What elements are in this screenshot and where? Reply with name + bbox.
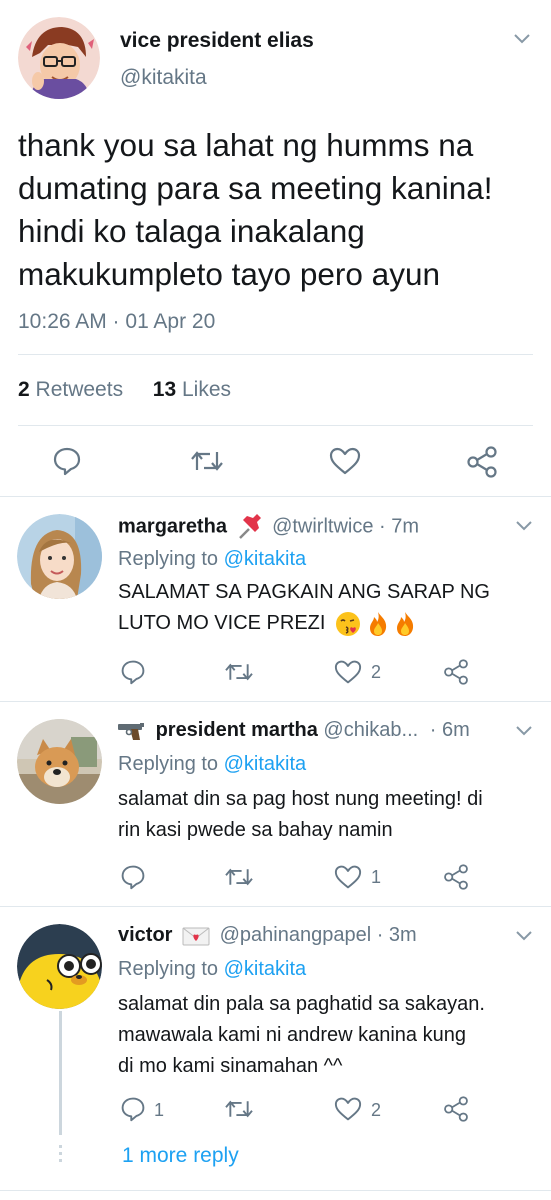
reply-text: salamat din sa pag host nung meeting! di…	[118, 784, 538, 846]
reply-tweet[interactable]: victor @pahinangpapel · 3m Replying to @…	[0, 907, 551, 1200]
reply-text-line: salamat din sa pag host nung meeting! di	[118, 788, 483, 810]
reply-time: · 6m	[429, 719, 470, 741]
share-icon[interactable]	[466, 446, 498, 478]
thread-line	[59, 1011, 62, 1135]
pushpin-icon	[238, 514, 261, 539]
tweet-text-line: makukumpleto tayo pero ayun	[18, 256, 440, 292]
reply-text-line: SALAMAT SA PAGKAIN ANG SARAP NG	[118, 581, 490, 603]
author-handle[interactable]: @kitakita	[120, 66, 207, 90]
retweet-icon[interactable]	[224, 1096, 254, 1122]
reply-display-name[interactable]: president martha	[156, 719, 318, 741]
chevron-down-icon[interactable]	[516, 521, 532, 531]
love-letter-icon	[182, 927, 210, 946]
reply-text-line: salamat din pala sa paghatid sa sakayan.	[118, 993, 485, 1015]
reply-tweet[interactable]: president martha @chikab... · 6m Replyin…	[0, 702, 551, 906]
tweet-text: thank you sa lahat ng humms na dumating …	[18, 124, 538, 296]
replying-to: Replying to @kitakita	[118, 548, 306, 571]
retweets-label[interactable]: Retweets	[36, 378, 124, 401]
reply-text: SALAMAT SA PAGKAIN ANG SARAP NG LUTO MO …	[118, 577, 538, 639]
replying-to-link[interactable]: @kitakita	[224, 958, 307, 980]
more-replies-link[interactable]: 1 more reply	[122, 1144, 239, 1168]
reply-display-name[interactable]: victor	[118, 924, 172, 946]
divider	[0, 1190, 551, 1191]
replying-prefix: Replying to	[118, 958, 219, 980]
retweet-icon[interactable]	[190, 446, 224, 476]
retweets-count[interactable]: 2	[18, 378, 30, 401]
share-icon[interactable]	[443, 864, 469, 890]
retweet-icon[interactable]	[224, 864, 254, 890]
reply-text-line: LUTO MO VICE PREZI	[118, 608, 538, 639]
share-icon[interactable]	[443, 659, 469, 685]
tweet-timestamp[interactable]: 10:26 AM · 01 Apr 20	[18, 310, 215, 334]
replying-to: Replying to @kitakita	[118, 958, 306, 981]
like-count: 2	[371, 1100, 382, 1120]
like-icon[interactable]	[329, 446, 361, 476]
retweet-icon[interactable]	[224, 659, 254, 685]
reply-header: president martha @chikab... · 6m	[116, 719, 470, 742]
reply-time: · 7m	[379, 515, 420, 538]
author-avatar[interactable]	[18, 17, 100, 99]
fire-icon	[369, 611, 386, 636]
reply-time: · 3m	[376, 924, 417, 946]
divider	[18, 354, 533, 355]
replying-prefix: Replying to	[118, 548, 219, 570]
reply-avatar[interactable]	[17, 719, 102, 804]
likes-count[interactable]: 13	[153, 378, 176, 401]
like-count: 2	[371, 662, 382, 682]
replying-to-link[interactable]: @kitakita	[224, 753, 307, 775]
like-icon[interactable]	[334, 659, 362, 685]
reply-text-line: rin kasi pwede sa bahay namin	[118, 819, 393, 841]
like-icon[interactable]	[334, 864, 362, 890]
chevron-down-icon[interactable]	[514, 34, 530, 44]
reply-icon[interactable]	[120, 864, 146, 890]
replying-to: Replying to @kitakita	[118, 753, 306, 776]
replying-prefix: Replying to	[118, 753, 219, 775]
tweet-stats: 2 Retweets 13 Likes	[18, 378, 231, 402]
reply-count: 1	[154, 1100, 165, 1120]
tweet-text-line: thank you sa lahat ng humms na	[18, 127, 474, 163]
reply-text-line: mawawala kami ni andrew kanina kung	[118, 1024, 466, 1046]
thread-dots	[59, 1145, 62, 1165]
pistol-icon	[118, 722, 144, 740]
reply-icon[interactable]	[120, 1096, 146, 1122]
like-count: 1	[371, 867, 382, 887]
tweet-text-line: dumating para sa meeting kanina!	[18, 170, 493, 206]
reply-text: salamat din pala sa paghatid sa sakayan.…	[118, 989, 538, 1082]
reply-display-name[interactable]: margaretha	[118, 515, 227, 537]
reply-handle[interactable]: @chikab...	[323, 719, 418, 741]
likes-label[interactable]: Likes	[182, 378, 231, 401]
replying-to-link[interactable]: @kitakita	[224, 548, 307, 570]
share-icon[interactable]	[443, 1096, 469, 1122]
reply-header: margaretha @twirltwice · 7m	[118, 514, 419, 540]
reply-icon[interactable]	[120, 659, 146, 685]
chevron-down-icon[interactable]	[516, 931, 532, 941]
author-display-name[interactable]: vice president elias	[120, 29, 314, 53]
main-tweet: vice president elias @kitakita thank you…	[0, 0, 551, 496]
reply-icon[interactable]	[52, 446, 82, 476]
chevron-down-icon[interactable]	[516, 726, 532, 736]
reply-handle[interactable]: @pahinangpapel	[220, 924, 372, 946]
reply-avatar[interactable]	[17, 514, 102, 599]
reply-text-line: di mo kami sinamahan ^^	[118, 1055, 343, 1077]
kiss-face-icon	[336, 611, 361, 636]
reply-header: victor @pahinangpapel · 3m	[118, 924, 417, 947]
fire-icon	[397, 611, 414, 636]
like-icon[interactable]	[334, 1096, 362, 1122]
divider	[18, 425, 533, 426]
tweet-text-line: hindi ko talaga inakalang	[18, 213, 365, 249]
reply-avatar[interactable]	[17, 924, 102, 1009]
reply-tweet[interactable]: margaretha @twirltwice · 7m Replying to …	[0, 497, 551, 701]
reply-handle[interactable]: @twirltwice	[272, 515, 373, 537]
